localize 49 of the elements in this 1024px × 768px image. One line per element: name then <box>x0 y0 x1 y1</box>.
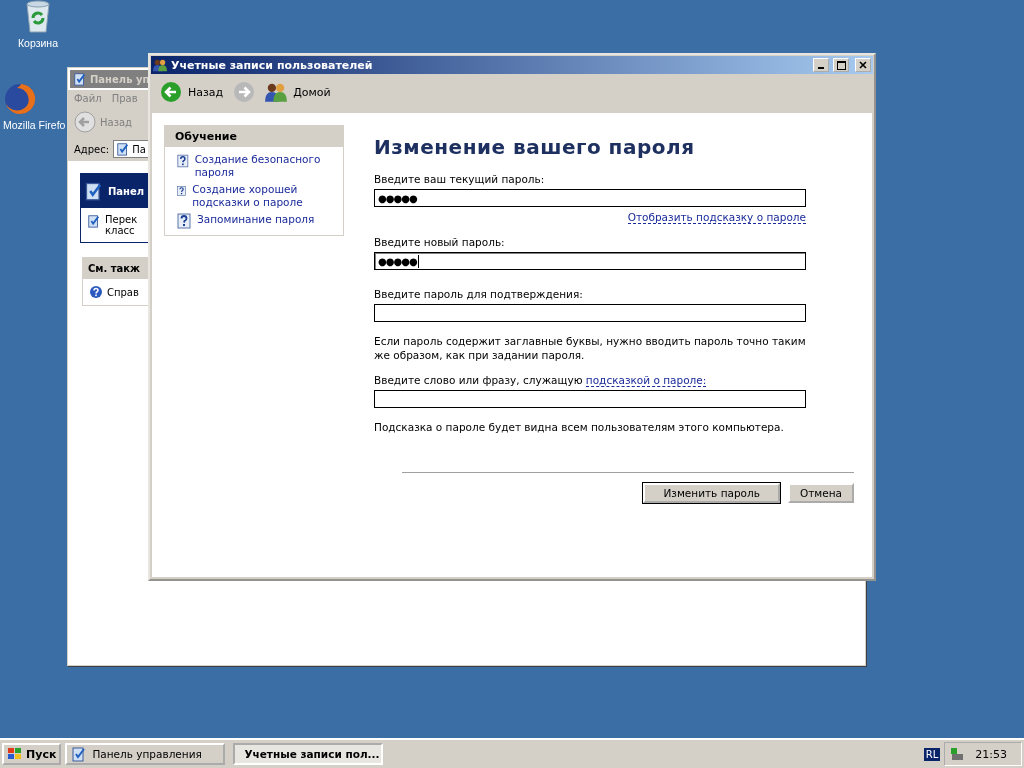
help-link[interactable]: Справ <box>107 286 139 298</box>
maximize-button[interactable] <box>833 58 849 72</box>
help-icon <box>177 213 191 229</box>
help-icon <box>177 183 187 199</box>
users-icon <box>265 81 288 103</box>
hint-note: Подсказка о пароле будет видна всем пользователям этого компьютера. <box>374 420 785 434</box>
hint-link[interactable]: подсказкой о пароле: <box>585 374 707 387</box>
clock: 21:53 <box>975 747 1007 761</box>
help-link[interactable]: Создание хорошей подсказки о пароле <box>192 183 335 209</box>
cancel-button[interactable]: Отмена <box>787 483 854 503</box>
users-icon <box>153 58 167 72</box>
case-note: Если пароль содержит заглавные буквы, нужно вводить пароль точно таким же образом, как при задании пароля. <box>374 334 806 362</box>
task-link[interactable]: Перек класс <box>105 214 138 236</box>
help-icon <box>177 153 189 169</box>
address-label: Адрес: <box>74 143 110 155</box>
control-panel-icon <box>71 746 88 762</box>
maximize-icon <box>836 60 846 70</box>
back-button[interactable]: Назад <box>156 81 228 103</box>
desktop-icon-label[interactable]: Корзина <box>18 37 58 49</box>
home-button[interactable]: Домой <box>261 81 335 103</box>
close-button[interactable] <box>855 58 871 72</box>
field-label: Введите пароль для подтверждения: <box>374 288 584 300</box>
password-field[interactable] <box>374 304 806 322</box>
help-icon <box>89 285 103 299</box>
help-link[interactable]: Создание безопасного пароля <box>194 153 335 179</box>
control-panel-icon <box>84 181 104 201</box>
close-icon <box>859 61 867 69</box>
windows-logo-icon <box>7 747 23 761</box>
password-field[interactable]: ●●●●● <box>374 189 806 207</box>
taskbar-button[interactable]: Панель управления <box>65 743 226 765</box>
side-panel-title: Обучение <box>165 126 343 147</box>
desktop-icon-label[interactable]: Mozilla Firefo <box>3 119 66 131</box>
taskbar-button[interactable]: Учетные записи пол... <box>233 743 384 765</box>
minimize-button[interactable] <box>813 58 829 72</box>
field-label: Введите ваш текущий пароль: <box>374 173 546 185</box>
window-icon <box>73 72 87 86</box>
show-hint-link[interactable]: Отобразить подсказку о пароле <box>627 211 806 224</box>
task-title: Панел <box>108 185 145 197</box>
start-button[interactable]: Пуск <box>2 743 62 765</box>
password-field[interactable]: ●●●●● <box>374 252 806 270</box>
language-indicator[interactable]: RL <box>923 747 941 761</box>
field-label: Введите новый пароль: <box>374 236 506 248</box>
hint-field[interactable] <box>374 390 806 408</box>
address-icon <box>116 142 131 156</box>
page-heading: Изменение вашего пароля <box>374 135 696 159</box>
change-password-button[interactable]: Изменить пароль <box>643 483 780 503</box>
help-link[interactable]: Запоминание пароля <box>197 213 315 226</box>
window-title: Учетные записи пользователей <box>171 58 374 72</box>
hint-label: Введите слово или фразу, служащую подсказкой о пароле: <box>374 374 708 386</box>
